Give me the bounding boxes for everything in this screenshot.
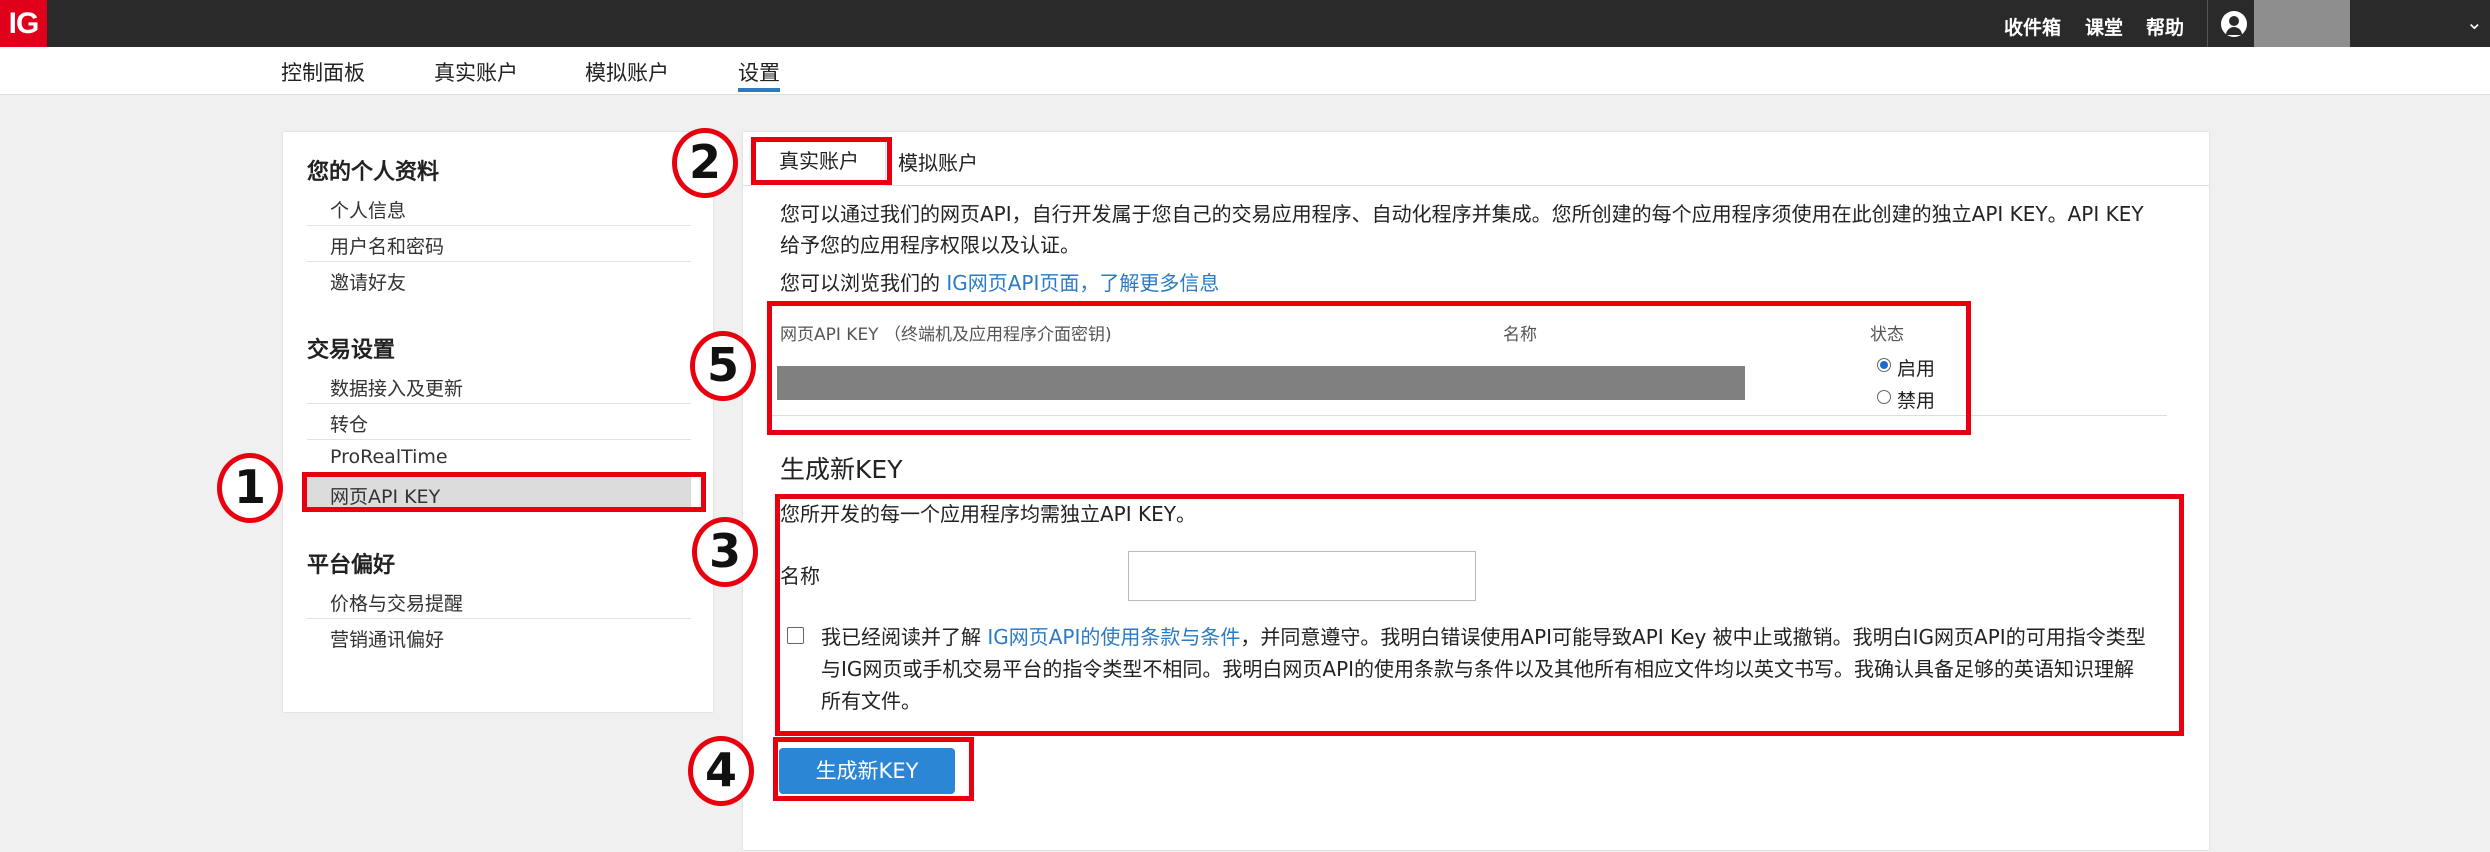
sidebar-item-label: 邀请好友 <box>330 272 407 294</box>
inbox-link[interactable]: 收件箱 <box>2004 13 2061 40</box>
status-enabled-label: 启用 <box>1897 358 1936 380</box>
topbar-divider <box>2207 0 2208 47</box>
nav-settings[interactable]: 设置 <box>738 57 780 87</box>
generate-note: 您所开发的每一个应用程序均需独立API KEY。 <box>780 502 1196 526</box>
api-key-value-redacted <box>777 366 1745 400</box>
classroom-link[interactable]: 课堂 <box>2085 13 2123 40</box>
annotation-number-4: 4 <box>688 736 754 806</box>
terms-text-line2: 与IG网页或手机交易平台的指令类型不相同。我明白网页API的使用条款与条件以及其… <box>821 657 2135 681</box>
sidebar-item-prorealtime[interactable]: ProRealTime <box>307 440 691 476</box>
terms-text-line3: 所有文件。 <box>821 689 921 713</box>
sidebar-item-label: 用户名和密码 <box>330 236 445 258</box>
col-header-name: 名称 <box>1503 325 1537 345</box>
help-link[interactable]: 帮助 <box>2146 13 2184 40</box>
annotation-number-1: 1 <box>217 453 283 523</box>
user-avatar-icon[interactable] <box>2221 11 2247 37</box>
terms-text-line1: 我已经阅读并了解 IG网页API的使用条款与条件，并同意遵守。我明白错误使用AP… <box>821 621 2146 653</box>
nav-active-indicator <box>738 88 780 92</box>
key-name-input[interactable] <box>1128 551 1476 601</box>
annotation-number-2: 2 <box>672 128 738 198</box>
sidebar-item-label: 数据接入及更新 <box>330 378 464 400</box>
sidebar-heading-trading: 交易设置 <box>307 338 396 363</box>
terms-prefix: 我已经阅读并了解 <box>821 625 981 649</box>
terms-link[interactable]: IG网页API的使用条款与条件 <box>987 625 1240 649</box>
tab-strip-divider <box>743 185 2209 186</box>
tab-live-account[interactable]: 真实账户 <box>752 140 886 186</box>
sidebar-item-marketing-prefs[interactable]: 营销通讯偏好 <box>307 619 691 655</box>
status-disabled-radio[interactable] <box>1877 390 1891 404</box>
nav-dashboard[interactable]: 控制面板 <box>281 57 365 87</box>
sidebar-heading-profile: 您的个人资料 <box>307 160 440 185</box>
col-header-key: 网页API KEY （终端机及应用程序介面密钥) <box>780 325 1112 345</box>
annotation-number-5: 5 <box>690 331 756 401</box>
sidebar-item-invite-friends[interactable]: 邀请好友 <box>307 262 691 298</box>
section-divider <box>767 415 2167 416</box>
sidebar-item-rollover[interactable]: 转仓 <box>307 404 691 440</box>
terms-rest: ，并同意遵守。我明白错误使用API可能导致API Key 被中止或撤销。我明白I… <box>1240 625 2146 649</box>
col-header-status: 状态 <box>1870 325 1904 345</box>
intro-text-line1: 您可以通过我们的网页API，自行开发属于您自己的交易应用程序、自动化程序并集成。… <box>780 202 2144 226</box>
status-enabled-radio[interactable] <box>1877 358 1891 372</box>
name-label: 名称 <box>780 564 820 588</box>
sidebar-item-label: ProRealTime <box>330 446 448 468</box>
top-bar: IG 收件箱 课堂 帮助 ⌄ <box>0 0 2490 47</box>
sidebar-item-label: 个人信息 <box>330 200 407 222</box>
browse-text: 您可以浏览我们的 IG网页API页面，了解更多信息 <box>780 267 1219 299</box>
main-nav: 控制面板 真实账户 模拟账户 设置 <box>0 47 2490 95</box>
nav-live-account[interactable]: 真实账户 <box>434 57 518 87</box>
annotation-number-3: 3 <box>692 517 758 587</box>
sidebar-item-web-api-key[interactable]: 网页API KEY <box>307 476 691 512</box>
settings-sidebar: 您的个人资料 个人信息 用户名和密码 邀请好友 交易设置 数据接入及更新 转仓 … <box>283 132 713 712</box>
username-redacted[interactable] <box>2254 0 2350 47</box>
intro-text-line2: 给予您的应用程序权限以及认证。 <box>780 233 1080 257</box>
sidebar-item-personal-info[interactable]: 个人信息 <box>307 190 691 226</box>
sidebar-item-data-feed[interactable]: 数据接入及更新 <box>307 368 691 404</box>
status-disabled-label: 禁用 <box>1897 390 1936 412</box>
api-page-link[interactable]: IG网页API页面，了解更多信息 <box>946 271 1219 295</box>
generate-key-heading: 生成新KEY <box>780 455 903 484</box>
sidebar-item-label: 价格与交易提醒 <box>330 593 464 615</box>
sidebar-item-price-alerts[interactable]: 价格与交易提醒 <box>307 583 691 619</box>
sidebar-item-label: 营销通讯偏好 <box>330 629 445 651</box>
sidebar-item-label: 转仓 <box>330 414 369 436</box>
sidebar-item-label: 网页API KEY <box>330 486 441 508</box>
sidebar-heading-platform: 平台偏好 <box>307 553 396 578</box>
chevron-down-icon[interactable]: ⌄ <box>2466 10 2483 34</box>
generate-key-button[interactable]: 生成新KEY <box>779 748 955 794</box>
nav-demo-account[interactable]: 模拟账户 <box>585 57 669 87</box>
sidebar-item-username-password[interactable]: 用户名和密码 <box>307 226 691 262</box>
terms-checkbox[interactable] <box>787 627 804 644</box>
ig-logo[interactable]: IG <box>0 0 47 47</box>
api-key-panel: 真实账户 模拟账户 您可以通过我们的网页API，自行开发属于您自己的交易应用程序… <box>743 132 2209 850</box>
tab-demo-account[interactable]: 模拟账户 <box>898 147 978 176</box>
browse-prefix: 您可以浏览我们的 <box>780 271 940 295</box>
